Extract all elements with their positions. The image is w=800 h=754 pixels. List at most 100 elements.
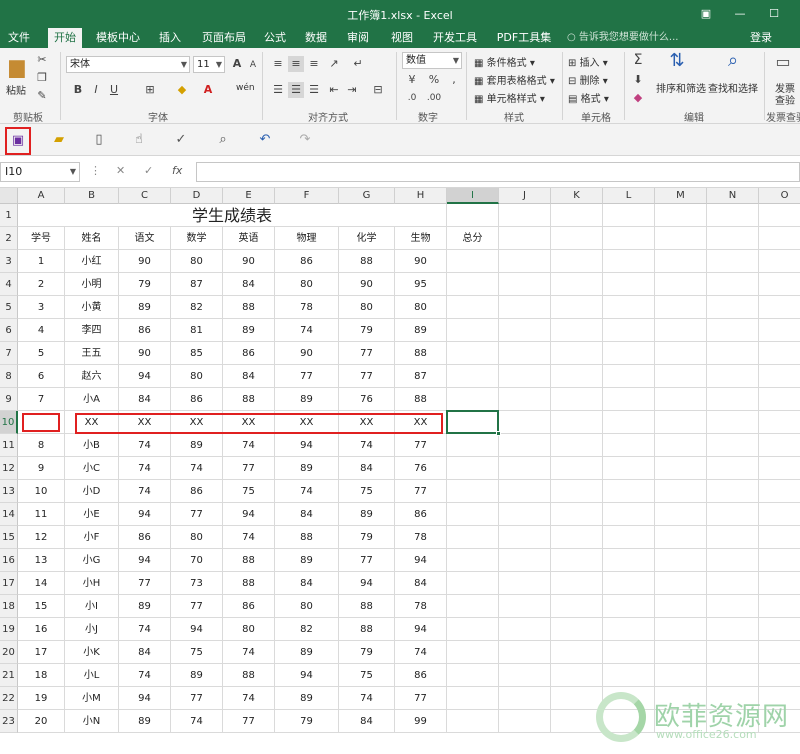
undo-icon[interactable]: ↶ — [254, 130, 276, 150]
cell-O15[interactable] — [759, 526, 800, 549]
cell-J18[interactable] — [499, 595, 551, 618]
new-document-icon[interactable]: ▯ — [88, 130, 110, 150]
bold-button[interactable]: B — [70, 82, 86, 98]
cell-I17[interactable] — [447, 572, 499, 595]
cell-G21[interactable]: 75 — [339, 664, 395, 687]
cell-I8[interactable] — [447, 365, 499, 388]
cell-O4[interactable] — [759, 273, 800, 296]
cell-G5[interactable]: 80 — [339, 296, 395, 319]
cell-A12[interactable]: 9 — [18, 457, 65, 480]
cell-L2[interactable] — [603, 227, 655, 250]
cell-C18[interactable]: 89 — [119, 595, 171, 618]
formula-input[interactable] — [196, 162, 800, 182]
autosum-icon[interactable]: Σ — [630, 52, 646, 68]
cell-N19[interactable] — [707, 618, 759, 641]
cell-A15[interactable]: 12 — [18, 526, 65, 549]
row-header-1[interactable]: 1 — [0, 204, 18, 227]
percent-button[interactable]: % — [426, 72, 442, 88]
cell-K4[interactable] — [551, 273, 603, 296]
cell-I20[interactable] — [447, 641, 499, 664]
cell-L6[interactable] — [603, 319, 655, 342]
indent-increase-icon[interactable]: ⇥ — [344, 82, 360, 98]
cell-E4[interactable]: 84 — [223, 273, 275, 296]
row-header-18[interactable]: 18 — [0, 595, 18, 618]
cell-H7[interactable]: 88 — [395, 342, 447, 365]
cell-D12[interactable]: 74 — [171, 457, 223, 480]
cell-I7[interactable] — [447, 342, 499, 365]
cell-J2[interactable] — [499, 227, 551, 250]
cell-N6[interactable] — [707, 319, 759, 342]
find-select-button[interactable]: 查找和选择 — [708, 80, 758, 95]
cell-I5[interactable] — [447, 296, 499, 319]
row-header-9[interactable]: 9 — [0, 388, 18, 411]
cell-B9[interactable]: 小A — [65, 388, 119, 411]
cell-M14[interactable] — [655, 503, 707, 526]
row-header-20[interactable]: 20 — [0, 641, 18, 664]
merge-center-icon[interactable]: ⊟ — [370, 82, 386, 98]
header-cell-E[interactable]: 英语 — [223, 227, 275, 250]
cell-K6[interactable] — [551, 319, 603, 342]
cell-H15[interactable]: 78 — [395, 526, 447, 549]
column-header-O[interactable]: O — [759, 188, 800, 204]
cell-O11[interactable] — [759, 434, 800, 457]
cell-J19[interactable] — [499, 618, 551, 641]
login-button[interactable]: 登录 — [750, 28, 772, 48]
cell-J23[interactable] — [499, 710, 551, 733]
cell-M1[interactable] — [655, 204, 707, 227]
cell-L11[interactable] — [603, 434, 655, 457]
cell-K7[interactable] — [551, 342, 603, 365]
tab-view[interactable]: 视图 — [386, 28, 418, 48]
cell-A17[interactable]: 14 — [18, 572, 65, 595]
cell-D4[interactable]: 87 — [171, 273, 223, 296]
fill-color-icon[interactable]: ◆ — [174, 82, 190, 98]
cell-F12[interactable]: 89 — [275, 457, 339, 480]
column-header-C[interactable]: C — [119, 188, 171, 204]
decrease-decimal-icon[interactable]: .00 — [426, 90, 442, 106]
cell-B22[interactable]: 小M — [65, 687, 119, 710]
cell-J7[interactable] — [499, 342, 551, 365]
header-cell-A[interactable]: 学号 — [18, 227, 65, 250]
row-header-11[interactable]: 11 — [0, 434, 18, 457]
cancel-entry-icon[interactable]: ✕ — [116, 164, 125, 177]
cell-A21[interactable]: 18 — [18, 664, 65, 687]
cell-J14[interactable] — [499, 503, 551, 526]
ribbon-display-icon[interactable]: ▣ — [694, 4, 718, 24]
row-header-14[interactable]: 14 — [0, 503, 18, 526]
cell-I9[interactable] — [447, 388, 499, 411]
cell-O20[interactable] — [759, 641, 800, 664]
align-right-icon[interactable]: ☰ — [306, 82, 322, 98]
indent-decrease-icon[interactable]: ⇤ — [326, 82, 342, 98]
cell-G23[interactable]: 84 — [339, 710, 395, 733]
cell-B15[interactable]: 小F — [65, 526, 119, 549]
cell-J11[interactable] — [499, 434, 551, 457]
cell-M16[interactable] — [655, 549, 707, 572]
cell-C11[interactable]: 74 — [119, 434, 171, 457]
cell-C3[interactable]: 90 — [119, 250, 171, 273]
cell-H22[interactable]: 77 — [395, 687, 447, 710]
tab-home[interactable]: 开始 — [48, 28, 82, 48]
cell-C5[interactable]: 89 — [119, 296, 171, 319]
select-all-corner[interactable] — [0, 188, 18, 204]
cell-L16[interactable] — [603, 549, 655, 572]
increase-decimal-icon[interactable]: .0 — [404, 90, 420, 106]
align-bottom-icon[interactable]: ≡ — [306, 56, 322, 72]
cell-F4[interactable]: 80 — [275, 273, 339, 296]
insert-function-icon[interactable]: fx — [172, 164, 182, 177]
cell-L15[interactable] — [603, 526, 655, 549]
cell-K8[interactable] — [551, 365, 603, 388]
cell-B19[interactable]: 小J — [65, 618, 119, 641]
cell-A5[interactable]: 3 — [18, 296, 65, 319]
cell-H8[interactable]: 87 — [395, 365, 447, 388]
cell-O18[interactable] — [759, 595, 800, 618]
cell-K12[interactable] — [551, 457, 603, 480]
cell-C22[interactable]: 94 — [119, 687, 171, 710]
cell-B11[interactable]: 小B — [65, 434, 119, 457]
cell-J12[interactable] — [499, 457, 551, 480]
column-header-H[interactable]: H — [395, 188, 447, 204]
cell-E3[interactable]: 90 — [223, 250, 275, 273]
cell-O16[interactable] — [759, 549, 800, 572]
clear-icon[interactable]: ◆ — [630, 90, 646, 106]
invoice-icon[interactable]: ▭ — [772, 52, 794, 71]
cell-N15[interactable] — [707, 526, 759, 549]
print-preview-icon[interactable]: ⌕ — [212, 130, 234, 150]
